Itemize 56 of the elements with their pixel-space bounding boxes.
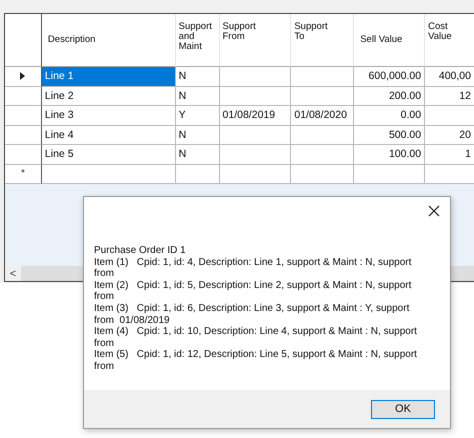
table-cell[interactable]	[291, 164, 354, 184]
message-text: Item (1) Cpid: 1, id: 4, Description: Line 1, support & Maint : N, support from	[94, 256, 412, 280]
table-cell[interactable]: 400,00	[425, 67, 474, 86]
message-text: Item (4) Cpid: 1, id: 10, Description: Line 4, support & Maint : N, support from	[94, 326, 418, 350]
table-cell[interactable]: Line 1	[42, 67, 176, 86]
table-cell[interactable]: 100.00	[354, 145, 426, 164]
table-cell[interactable]: 200.00	[354, 86, 426, 106]
row-header[interactable]	[5, 145, 42, 164]
table-cell[interactable]: 01/08/2020	[291, 106, 354, 126]
table-cell[interactable]	[42, 164, 176, 184]
row-header[interactable]: *	[5, 164, 42, 184]
ok-button[interactable]: OK	[371, 400, 435, 418]
table-cell[interactable]: 01/08/2019	[220, 106, 292, 126]
message-text: Purchase Order ID 1	[94, 245, 187, 257]
table-cell[interactable]	[291, 145, 354, 164]
table-cell[interactable]: Line 2	[42, 86, 176, 106]
table-cell[interactable]	[220, 86, 292, 106]
table-cell[interactable]: Y	[176, 106, 220, 126]
column-header[interactable]: Cost Value	[425, 14, 474, 67]
table-cell[interactable]	[220, 126, 292, 145]
table-cell[interactable]	[291, 86, 354, 106]
new-row-marker: *	[21, 168, 25, 180]
message-text: Item (3) Cpid: 1, id: 6, Description: Line 3, support & Maint : Y, support from 01/08/2019	[94, 302, 410, 326]
table-cell[interactable]: 1	[425, 145, 474, 164]
table-cell[interactable]	[220, 145, 292, 164]
column-header[interactable]: Sell Value	[354, 14, 426, 67]
table-cell[interactable]: N	[176, 86, 220, 106]
table-cell[interactable]	[220, 67, 292, 86]
table-cell[interactable]: Line 4	[42, 126, 176, 145]
message-text: Item (5) Cpid: 1, id: 12, Description: Line 5, support & Maint : N, support from	[94, 349, 418, 373]
table-cell[interactable]: 600,000.00	[354, 67, 426, 86]
table-cell[interactable]: 500.00	[354, 126, 426, 145]
column-header[interactable]: Support To	[291, 14, 354, 67]
table-cell[interactable]: Line 5	[42, 145, 176, 164]
table-cell[interactable]: 0.00	[354, 106, 426, 126]
table-cell[interactable]: N	[176, 67, 220, 86]
column-header[interactable]: Support From	[220, 14, 292, 67]
table-cell[interactable]	[291, 67, 354, 86]
table-cell[interactable]: 20	[425, 126, 474, 145]
row-header[interactable]	[5, 126, 42, 145]
table-cell[interactable]	[176, 164, 220, 184]
column-header[interactable]: Support and Maint	[176, 14, 220, 67]
table-cell[interactable]	[354, 164, 426, 184]
table-cell[interactable]: 12	[425, 86, 474, 106]
close-icon[interactable]	[428, 205, 440, 217]
corner-header	[5, 14, 42, 67]
table-cell[interactable]: Line 3	[42, 106, 176, 126]
current-row-icon	[20, 72, 26, 80]
row-header[interactable]	[5, 106, 42, 126]
scroll-left-button[interactable]: <	[5, 266, 21, 281]
table-cell[interactable]: N	[176, 126, 220, 145]
table-cell[interactable]: N	[176, 145, 220, 164]
table-cell[interactable]	[220, 164, 292, 184]
message-text: Item (2) Cpid: 1, id: 5, Description: Line 2, support & Maint : N, support from	[94, 280, 412, 303]
row-header[interactable]	[5, 86, 42, 106]
table-cell[interactable]	[291, 126, 354, 145]
